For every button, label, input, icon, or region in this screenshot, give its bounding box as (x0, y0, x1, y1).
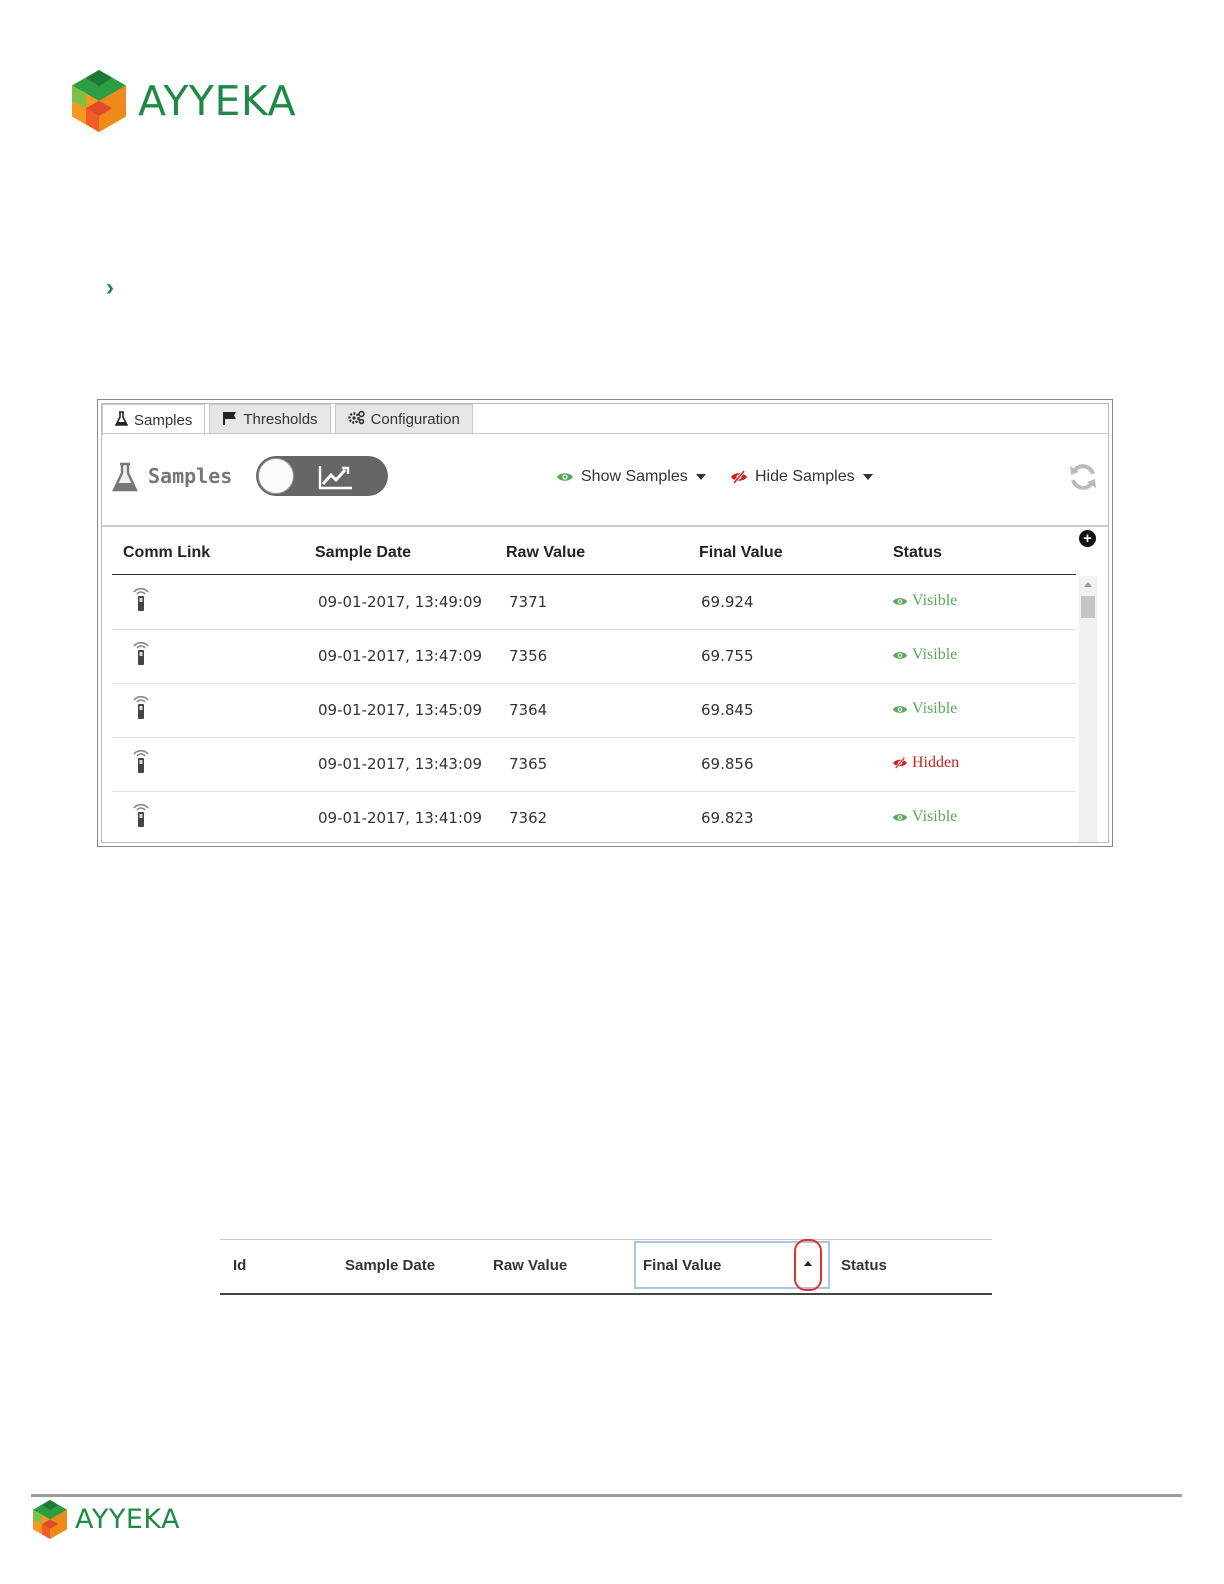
raw-value: 7356 (509, 647, 548, 665)
line-chart-icon (318, 464, 354, 495)
status-text: Visible (912, 808, 958, 825)
samples-title: Samples (148, 464, 233, 488)
tab-label: Configuration (370, 410, 460, 428)
vertical-scrollbar[interactable] (1079, 576, 1097, 842)
tab-bar: Samples Thresholds Configuration (102, 404, 477, 435)
final-value: 69.755 (701, 647, 754, 665)
status-badge[interactable]: Visible (892, 808, 957, 826)
final-value: 69.856 (701, 755, 754, 773)
column-header-id[interactable]: Id (233, 1257, 246, 1274)
status-badge[interactable]: Hidden (892, 754, 959, 772)
scrollbar-thumb[interactable] (1081, 596, 1095, 618)
refresh-icon[interactable] (1068, 462, 1098, 497)
flask-icon (114, 411, 129, 429)
logo-text: AYYEKA (75, 1504, 181, 1535)
samples-toolbar: Samples Show Samples Hide Samples (108, 454, 1108, 504)
column-header-sample-date[interactable]: Sample Date (315, 544, 411, 562)
status-text: Visible (912, 646, 958, 663)
status-text: Hidden (912, 754, 960, 771)
raw-value: 7362 (509, 809, 548, 827)
eye-icon (557, 473, 573, 481)
eye-slash-icon (893, 757, 907, 769)
hide-samples-label: Hide Samples (755, 468, 855, 485)
hide-samples-button[interactable]: Hide Samples (730, 468, 873, 486)
eye-icon (892, 651, 908, 659)
column-header-final-value[interactable]: Final Value (699, 544, 783, 562)
scroll-up-arrow-icon[interactable] (1084, 582, 1092, 587)
column-header-final-value[interactable]: Final Value (643, 1257, 721, 1274)
final-value: 69.924 (701, 593, 754, 611)
table-row[interactable]: 09-01-2017, 13:43:09 7365 69.856 Hidden (112, 738, 1076, 792)
toggle-knob[interactable] (258, 458, 294, 494)
samples-panel-screenshot: Samples Thresholds Configuration Samples (97, 399, 1113, 847)
chevron-right-icon: › (106, 274, 114, 301)
gears-icon (347, 410, 365, 428)
final-value: 69.823 (701, 809, 754, 827)
ayyeka-logo: AYYEKA (72, 70, 296, 132)
status-text: Visible (912, 592, 958, 609)
raw-value: 7364 (509, 701, 548, 719)
sort-ascending-icon[interactable] (804, 1261, 812, 1266)
table-row[interactable]: 09-01-2017, 13:47:09 7356 69.755 Visible (112, 630, 1076, 684)
sample-date: 09-01-2017, 13:45:09 (318, 701, 483, 719)
logo-text: AYYEKA (138, 77, 297, 125)
flask-icon (112, 462, 138, 497)
sample-date: 09-01-2017, 13:43:09 (318, 755, 483, 773)
final-value: 69.845 (701, 701, 754, 719)
tab-configuration[interactable]: Configuration (334, 404, 473, 433)
column-header-comm-link[interactable]: Comm Link (123, 544, 210, 562)
sample-date: 09-01-2017, 13:41:09 (318, 809, 483, 827)
tab-thresholds[interactable]: Thresholds (209, 404, 331, 433)
column-header-sample-date[interactable]: Sample Date (345, 1257, 435, 1274)
raw-value: 7371 (509, 593, 548, 611)
table-row[interactable]: 09-01-2017, 13:49:09 7371 69.924 Visible (112, 576, 1076, 630)
eye-icon (892, 597, 908, 605)
sample-date: 09-01-2017, 13:47:09 (318, 647, 483, 665)
status-badge[interactable]: Visible (892, 592, 957, 610)
column-header-raw-value[interactable]: Raw Value (493, 1257, 567, 1274)
sample-date: 09-01-2017, 13:49:09 (318, 593, 483, 611)
show-samples-button[interactable]: Show Samples (556, 468, 706, 486)
footer-logo: AYYEKA (33, 1500, 180, 1539)
status-text: Visible (912, 700, 958, 717)
table-row[interactable]: 09-01-2017, 13:41:09 7362 69.823 Visible (112, 792, 1076, 842)
column-header-status[interactable]: Status (893, 544, 942, 562)
hexagon-logo-icon (33, 1500, 67, 1539)
sorted-header-screenshot: Id Sample Date Raw Value Final Value Sta… (220, 1239, 992, 1295)
tab-divider (102, 433, 1108, 434)
eye-icon (892, 813, 908, 821)
table-body: 09-01-2017, 13:49:09 7371 69.924 Visible… (112, 576, 1076, 842)
status-badge[interactable]: Visible (892, 700, 957, 718)
tab-label: Thresholds (243, 410, 318, 428)
caret-down-icon (695, 474, 706, 480)
column-header-status[interactable]: Status (841, 1257, 887, 1274)
tab-label: Samples (134, 411, 193, 429)
table-header: Comm Link Sample Date Raw Value Final Va… (112, 530, 1076, 575)
comm-link-antenna-icon (132, 800, 150, 833)
comm-link-antenna-icon (132, 638, 150, 671)
comm-link-antenna-icon (132, 584, 150, 617)
tab-samples[interactable]: Samples (102, 404, 206, 435)
sort-indicator-highlight (794, 1239, 822, 1291)
hexagon-logo-icon (72, 70, 126, 132)
caret-down-icon (862, 474, 873, 480)
comm-link-antenna-icon (132, 746, 150, 779)
flag-icon (222, 411, 237, 428)
eye-slash-icon (731, 470, 747, 484)
comm-link-antenna-icon (132, 692, 150, 725)
add-column-icon[interactable]: + (1079, 530, 1096, 547)
samples-panel: Samples Thresholds Configuration Samples (101, 403, 1109, 843)
status-badge[interactable]: Visible (892, 646, 957, 664)
eye-icon (892, 705, 908, 713)
toolbar-divider (102, 525, 1108, 527)
column-header-raw-value[interactable]: Raw Value (506, 544, 585, 562)
footer-divider (31, 1494, 1182, 1497)
view-toggle[interactable] (256, 456, 388, 496)
raw-value: 7365 (509, 755, 548, 773)
table-row[interactable]: 09-01-2017, 13:45:09 7364 69.845 Visible (112, 684, 1076, 738)
show-samples-label: Show Samples (581, 468, 688, 485)
